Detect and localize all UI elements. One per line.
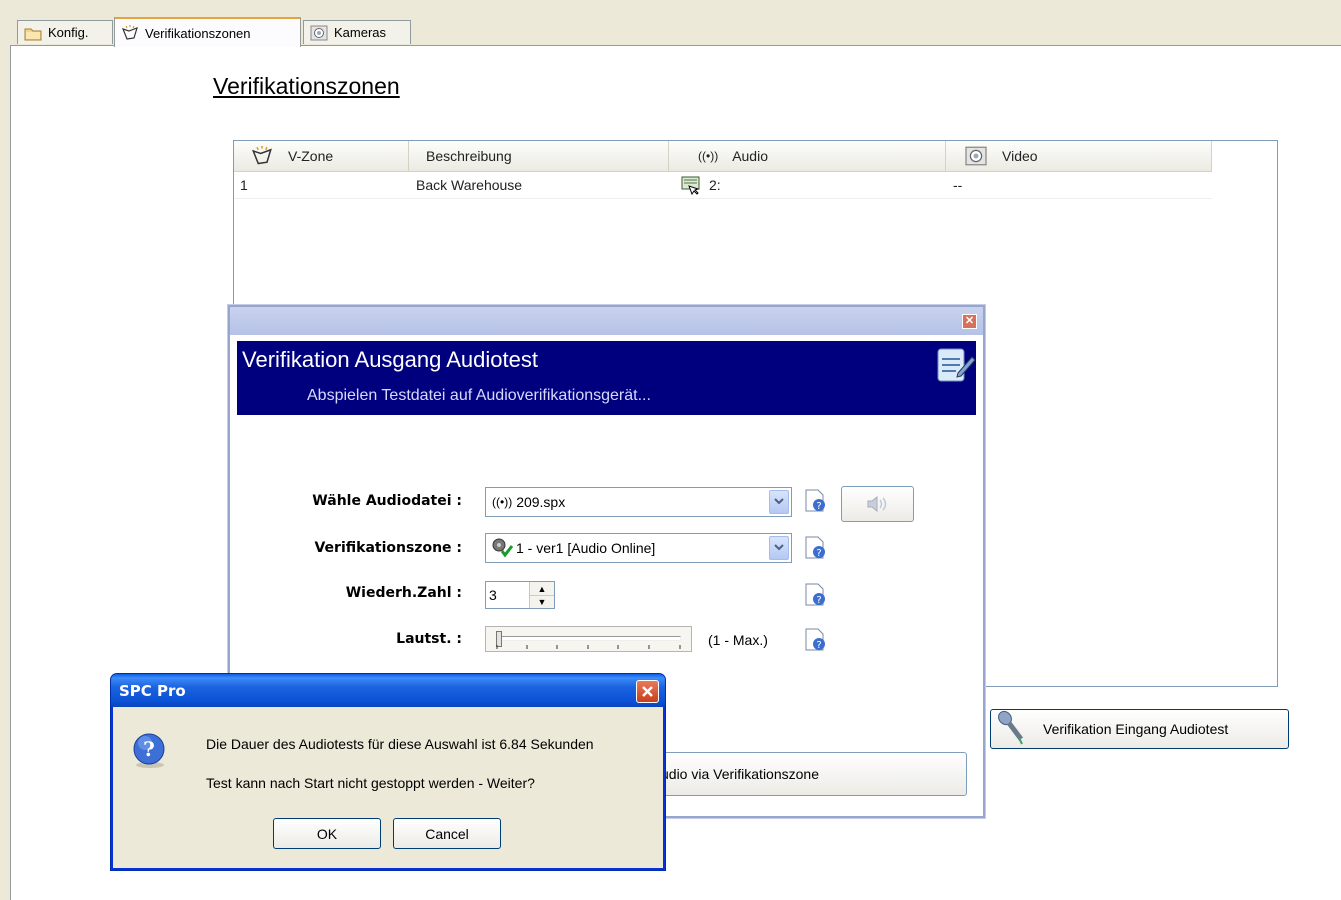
slider-ticks (496, 645, 681, 649)
message-line-1: Die Dauer des Audiotests für diese Auswa… (206, 736, 594, 752)
zone-select[interactable]: 1 - ver1 [Audio Online] (485, 533, 792, 563)
svg-text:?: ? (816, 501, 821, 512)
stepper-up-icon[interactable]: ▲ (530, 582, 554, 596)
folder-config-icon (24, 28, 42, 40)
message-box: SPC Pro ? Die Dauer des Audiotests für d… (111, 674, 665, 870)
column-header-beschreibung[interactable]: Beschreibung (409, 141, 669, 171)
question-icon: ? (133, 733, 165, 768)
help-icon[interactable]: ? (804, 489, 826, 513)
help-icon[interactable]: ? (804, 583, 826, 607)
stepper-down-icon[interactable]: ▼ (530, 596, 554, 608)
cancel-label: Cancel (425, 825, 469, 842)
input-audiotest-button[interactable]: Verifikation Eingang Audiotest (990, 709, 1289, 749)
stepper-buttons[interactable]: ▲ ▼ (529, 582, 554, 608)
zone-value: 1 - ver1 [Audio Online] (516, 540, 656, 556)
cancel-button[interactable]: Cancel (393, 818, 501, 849)
tab-strip: Konfig. Verifikationszonen Kameras (0, 16, 1341, 47)
cell-audio-label: 2: (709, 177, 721, 193)
cell-zone: 1 (240, 177, 248, 193)
message-box-titlebar: SPC Pro (111, 674, 665, 707)
repeat-stepper[interactable]: 3 ▲ ▼ (485, 581, 555, 609)
tab-kameras[interactable]: Kameras (303, 20, 411, 44)
notepad-edit-icon (937, 348, 976, 382)
ok-button[interactable]: OK (273, 818, 381, 849)
test-audio-via-zone-button[interactable]: udio via Verifikationszone (632, 752, 967, 796)
close-icon[interactable]: ✕ (962, 314, 977, 329)
audio-wave-icon: ((•)) (492, 495, 513, 509)
audio-wave-icon: ((•)) (698, 149, 719, 163)
page-title: Verifikationszonen (213, 73, 400, 99)
cell-description: Back Warehouse (416, 177, 523, 193)
zone-online-icon (492, 538, 514, 558)
test-audio-via-zone-label: udio via Verifikationszone (661, 766, 819, 782)
svg-text:?: ? (143, 737, 155, 761)
audio-file-value: 209.spx (516, 494, 566, 510)
input-audiotest-label: Verifikation Eingang Audiotest (1043, 721, 1229, 737)
camera-icon (965, 146, 987, 166)
table-row[interactable]: 1 Back Warehouse 2: -- (234, 172, 1212, 199)
grid-header: V-Zone Beschreibung ((•)) Audio Video (234, 141, 1212, 172)
cell-audio[interactable]: 2: (681, 172, 721, 198)
help-icon[interactable]: ? (804, 536, 826, 560)
audio-device-icon[interactable] (681, 174, 703, 196)
column-header-label: Audio (732, 148, 768, 164)
close-icon[interactable] (636, 680, 659, 703)
cell-video: -- (953, 177, 963, 193)
svg-text:?: ? (816, 640, 821, 651)
dialog-banner: Verifikation Ausgang Audiotest Abspielen… (236, 340, 977, 416)
message-box-title: SPC Pro (119, 682, 186, 700)
volume-range-text: (1 - Max.) (708, 632, 768, 648)
chevron-down-icon[interactable] (769, 490, 789, 514)
svg-text:?: ? (816, 548, 821, 559)
play-preview-button[interactable] (841, 486, 914, 522)
volume-slider[interactable] (485, 626, 692, 652)
zone-label: Verifikationszone : (314, 540, 462, 556)
microphone-icon (998, 710, 1023, 745)
column-header-video[interactable]: Video (946, 141, 1212, 171)
column-header-audio[interactable]: ((•)) Audio (669, 141, 946, 171)
verification-zone-icon (251, 146, 272, 165)
ok-label: OK (316, 825, 338, 842)
audio-file-select[interactable]: ((•)) 209.spx (485, 487, 792, 517)
repeat-label: Wiederh.Zahl : (345, 585, 462, 601)
dialog-subtitle: Abspielen Testdatei auf Audioverifikatio… (307, 387, 651, 404)
camera-icon (310, 25, 328, 40)
tab-konfig[interactable]: Konfig. (17, 20, 113, 44)
help-icon[interactable]: ? (804, 628, 826, 652)
column-header-label: V-Zone (288, 148, 334, 164)
tab-label: Konfig. (48, 25, 89, 40)
verification-zone-icon (121, 25, 138, 40)
chevron-down-icon[interactable] (769, 536, 789, 560)
column-header-vzone[interactable]: V-Zone (234, 141, 409, 171)
svg-text:?: ? (816, 595, 821, 606)
tab-label: Verifikationszonen (145, 25, 251, 41)
column-header-label: Video (1002, 148, 1038, 164)
dialog-title: Verifikation Ausgang Audiotest (242, 347, 538, 372)
column-header-label: Beschreibung (426, 148, 512, 164)
volume-label: Lautst. : (396, 631, 462, 647)
repeat-value: 3 (489, 587, 497, 603)
tab-label: Kameras (334, 25, 387, 40)
message-line-2: Test kann nach Start nicht gestoppt werd… (206, 775, 535, 791)
audio-file-label: Wähle Audiodatei : (312, 493, 462, 509)
tab-verifikationszonen[interactable]: Verifikationszonen (114, 17, 301, 47)
dialog-titlebar: ✕ (230, 307, 983, 335)
speaker-icon (867, 495, 886, 513)
